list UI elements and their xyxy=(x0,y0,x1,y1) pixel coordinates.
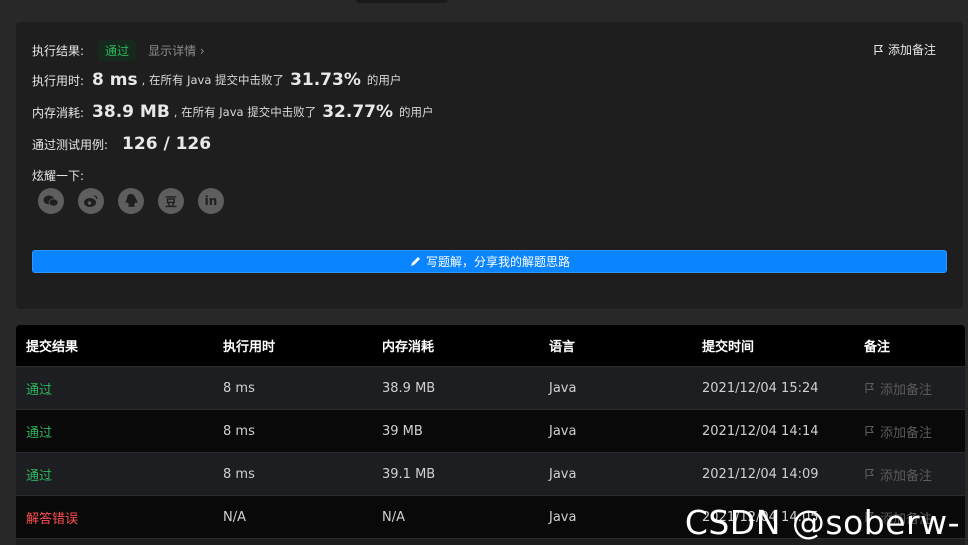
row-submitted: 2021/12/04 15:24 xyxy=(702,380,819,396)
row-submitted: 2021/12/04 14:14 xyxy=(702,423,819,439)
tests-row: 通过测试用例: 126 / 126 xyxy=(32,134,215,154)
runtime-label: 执行用时: xyxy=(32,73,85,88)
header-submitted: 提交时间 xyxy=(702,340,755,355)
header-memory: 内存消耗 xyxy=(382,340,435,355)
row-memory: 39 MB xyxy=(382,423,423,439)
result-row: 执行结果: 通过 显示详情 › xyxy=(32,40,205,61)
row-runtime: 8 ms xyxy=(223,423,255,439)
header-runtime: 执行用时 xyxy=(223,340,276,355)
tests-label: 通过测试用例: xyxy=(32,137,109,152)
runtime-row: 执行用时: 8 ms , 在所有 Java 提交中击败了 31.73% 的用户 xyxy=(32,70,401,90)
row-status[interactable]: 通过 xyxy=(16,422,213,441)
row-status[interactable]: 通过 xyxy=(16,379,213,398)
result-card: 执行结果: 通过 显示详情 › 添加备注 执行用时: 8 ms , 在所有 Ja… xyxy=(16,22,963,309)
row-memory: N/A xyxy=(382,509,405,525)
row-language: Java xyxy=(549,466,577,482)
row-submitted: 2021/12/04 14:09 xyxy=(702,466,819,482)
douban-icon[interactable]: 豆 xyxy=(158,188,184,214)
linkedin-icon[interactable]: in xyxy=(198,188,224,214)
row-runtime: 8 ms xyxy=(223,466,255,482)
memory-label: 内存消耗: xyxy=(32,105,85,120)
table-row[interactable]: 通过 8 ms 39 MB Java 2021/12/04 14:14 添加备注 xyxy=(16,410,965,453)
share-row: 炫耀一下: xyxy=(32,167,84,184)
row-status[interactable]: 通过 xyxy=(16,465,213,484)
row-note-label: 添加备注 xyxy=(880,468,933,484)
flag-icon xyxy=(865,425,875,436)
write-solution-button[interactable]: 写题解，分享我的解题思路 xyxy=(32,250,947,273)
row-status[interactable]: 解答错误 xyxy=(16,508,213,527)
row-add-note[interactable]: 添加备注 xyxy=(854,379,965,398)
table-row[interactable]: 通过 8 ms 38.9 MB Java 2021/12/04 15:24 添加… xyxy=(16,367,965,410)
top-tab-indicator xyxy=(356,0,448,3)
show-details-link[interactable]: 显示详情 › xyxy=(148,42,205,59)
flag-icon xyxy=(874,44,884,55)
header-status: 提交结果 xyxy=(26,340,79,355)
add-note-label: 添加备注 xyxy=(887,43,936,57)
csdn-watermark: CSDN @soberw- xyxy=(684,503,960,542)
memory-percent: 32.77% xyxy=(322,102,394,122)
row-runtime: N/A xyxy=(223,509,246,525)
runtime-beat-text: , 在所有 Java 提交中击败了 xyxy=(141,73,285,87)
memory-beat-text: , 在所有 Java 提交中击败了 xyxy=(173,105,317,119)
memory-suffix: 的用户 xyxy=(399,105,434,119)
result-label: 执行结果: xyxy=(32,44,85,58)
row-add-note[interactable]: 添加备注 xyxy=(854,465,965,484)
row-memory: 38.9 MB xyxy=(382,380,436,396)
pencil-icon xyxy=(410,256,420,266)
flag-icon xyxy=(865,382,875,393)
flag-icon xyxy=(865,468,875,479)
memory-value: 38.9 MB xyxy=(92,102,170,122)
row-memory: 39.1 MB xyxy=(382,466,436,482)
row-note-label: 添加备注 xyxy=(880,425,933,441)
qq-icon[interactable] xyxy=(118,188,144,214)
runtime-suffix: 的用户 xyxy=(366,73,402,87)
share-icons: 豆 in xyxy=(38,188,224,214)
wechat-icon[interactable] xyxy=(38,188,64,214)
row-language: Java xyxy=(549,380,577,396)
add-note-button[interactable]: 添加备注 xyxy=(873,41,936,58)
share-label: 炫耀一下: xyxy=(32,169,85,183)
weibo-icon[interactable] xyxy=(78,188,104,214)
memory-row: 内存消耗: 38.9 MB , 在所有 Java 提交中击败了 32.77% 的… xyxy=(32,102,434,122)
write-solution-label: 写题解，分享我的解题思路 xyxy=(425,255,570,269)
row-runtime: 8 ms xyxy=(223,380,255,396)
status-badge: 通过 xyxy=(98,40,137,61)
row-note-label: 添加备注 xyxy=(880,382,933,398)
row-language: Java xyxy=(549,423,577,439)
table-header: 提交结果 执行用时 内存消耗 语言 提交时间 备注 xyxy=(16,325,965,367)
header-language: 语言 xyxy=(549,340,576,355)
tests-value: 126 / 126 xyxy=(122,134,212,154)
row-add-note[interactable]: 添加备注 xyxy=(854,422,965,441)
table-row[interactable]: 通过 8 ms 39.1 MB Java 2021/12/04 14:09 添加… xyxy=(16,453,965,496)
runtime-percent: 31.73% xyxy=(290,70,361,90)
runtime-value: 8 ms xyxy=(92,70,138,90)
header-note: 备注 xyxy=(864,340,891,355)
row-language: Java xyxy=(549,509,577,525)
